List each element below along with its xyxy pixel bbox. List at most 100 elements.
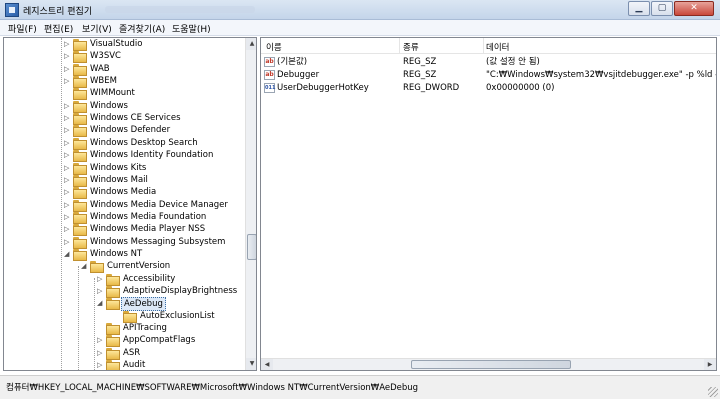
tree-expander-icon[interactable]: ◢	[81, 260, 89, 272]
window-controls: ▁ ▢ ✕	[627, 1, 714, 16]
tree-expander-icon[interactable]: ▷	[64, 38, 72, 50]
folder-icon	[106, 323, 120, 336]
folder-icon	[73, 199, 87, 212]
tree-guide-line	[78, 266, 79, 370]
tree-expander-icon[interactable]: ▷	[64, 137, 72, 149]
menu-file[interactable]: 파일(F)	[8, 22, 37, 35]
folder-icon	[90, 261, 104, 274]
tree-expander-icon[interactable]: ◢	[64, 248, 72, 260]
tree-item-label: Windows Kits	[90, 162, 147, 173]
tree-item-label: Windows Media	[90, 187, 157, 198]
tree-expander-icon[interactable]: ◢	[97, 297, 105, 309]
list-row[interactable]: ab (기본값) REG_SZ (값 설정 안 됨)	[261, 56, 716, 69]
tree-expander-icon[interactable]: ▷	[64, 174, 72, 186]
column-name-header[interactable]: 이름	[266, 41, 282, 53]
menu-edit[interactable]: 편집(E)	[44, 22, 73, 35]
tree-item-label: WAB	[90, 63, 110, 74]
folder-icon	[73, 211, 87, 224]
tree-item-label: Accessibility	[123, 273, 176, 284]
resize-grip-icon[interactable]	[708, 387, 718, 397]
string-value-icon: ab	[264, 57, 275, 67]
folder-icon	[73, 248, 87, 261]
tree-expander-icon[interactable]: ▷	[97, 334, 105, 346]
folder-icon	[106, 273, 120, 286]
tree-expander-icon[interactable]: ▷	[97, 273, 105, 285]
column-data-header[interactable]: 데이터	[486, 41, 509, 53]
tree-expander-icon[interactable]: ▷	[64, 50, 72, 62]
scroll-up-arrow[interactable]: ▲	[246, 38, 256, 50]
tree-item-label: W3SVC	[90, 51, 121, 62]
tree-scroll-thumb[interactable]	[247, 234, 256, 260]
scroll-left-arrow[interactable]: ◀	[261, 359, 273, 370]
folder-icon	[73, 113, 87, 126]
registry-value-list[interactable]: 이름 종류 데이터 ◀ ▶ ab (기본값) REG_SZ (값 설정 안 됨) ab D…	[260, 37, 717, 371]
minimize-button[interactable]: ▁	[628, 1, 650, 16]
maximize-button[interactable]: ▢	[651, 1, 673, 16]
value-type: REG_SZ	[403, 70, 437, 80]
column-separator[interactable]	[483, 38, 484, 54]
regedit-app-icon	[5, 3, 19, 17]
tree-item-label: Windows Media Player NSS	[90, 224, 206, 235]
tree-item-label: CurrentVersion	[107, 261, 171, 272]
column-type-header[interactable]: 종류	[403, 41, 419, 53]
list-header: 이름 종류 데이터	[261, 38, 716, 54]
tree-item-label: Windows Media Foundation	[90, 211, 207, 222]
tree-expander-icon[interactable]: ▷	[64, 112, 72, 124]
value-name: UserDebuggerHotKey	[277, 83, 369, 93]
tree-expander-icon[interactable]: ▷	[64, 63, 72, 75]
tree-expander-icon[interactable]: ▷	[64, 149, 72, 161]
folder-icon	[123, 310, 137, 323]
tree-expander-icon[interactable]: ▷	[97, 285, 105, 297]
tree-expander-icon[interactable]: ▷	[97, 359, 105, 370]
tree-item-label: Windows	[90, 100, 128, 111]
folder-icon	[73, 236, 87, 249]
folder-icon	[106, 360, 120, 370]
value-type: REG_DWORD	[403, 83, 460, 93]
menu-view[interactable]: 보기(V)	[82, 22, 112, 35]
close-button[interactable]: ✕	[674, 1, 714, 16]
tree-expander-icon[interactable]: ▷	[64, 186, 72, 198]
string-value-icon: ab	[264, 70, 275, 80]
tree-expander-icon[interactable]: ▷	[64, 75, 72, 87]
folder-icon	[73, 137, 87, 150]
tree-expander-icon[interactable]: ▷	[64, 199, 72, 211]
tree-item-label: Windows Identity Foundation	[90, 150, 214, 161]
menu-help[interactable]: 도움말(H)	[172, 22, 211, 35]
tree-item-label: Windows CE Services	[90, 113, 181, 124]
menu-favorites[interactable]: 즐겨찾기(A)	[119, 22, 165, 35]
title-blur-decoration	[105, 6, 255, 13]
tree-expander-icon[interactable]: ▷	[64, 223, 72, 235]
tree-item-label: APITracing	[123, 323, 167, 334]
folder-icon	[106, 298, 120, 311]
column-separator[interactable]	[399, 38, 400, 54]
scroll-right-arrow[interactable]: ▶	[704, 359, 716, 370]
registry-key-tree[interactable]: ▲ ▼ ▷ VisualStudio ▷ W3SVC ▷ WAB ▷ WBEM WIMMount…	[3, 37, 257, 371]
tree-expander-icon[interactable]: ▷	[64, 124, 72, 136]
tree-item-label: Windows Mail	[90, 174, 148, 185]
tree-guide-line	[61, 38, 62, 370]
folder-icon	[73, 174, 87, 187]
tree-vertical-scrollbar[interactable]: ▲ ▼	[245, 38, 256, 370]
folder-icon	[73, 63, 87, 76]
tree-expander-icon[interactable]: ▷	[64, 236, 72, 248]
tree-expander-icon[interactable]: ▷	[64, 100, 72, 112]
folder-icon	[73, 88, 87, 101]
list-scroll-thumb[interactable]	[411, 360, 571, 369]
tree-expander-icon[interactable]: ▷	[64, 162, 72, 174]
value-name: Debugger	[277, 70, 320, 80]
tree-expander-icon[interactable]: ▷	[97, 347, 105, 359]
tree-item-label: VisualStudio	[90, 39, 143, 49]
status-path: 컴퓨터₩HKEY_LOCAL_MACHINE₩SOFTWARE₩Microsof…	[6, 383, 419, 393]
tree-expander-icon[interactable]: ▷	[64, 211, 72, 223]
status-bar: 컴퓨터₩HKEY_LOCAL_MACHINE₩SOFTWARE₩Microsof…	[0, 375, 720, 399]
list-row[interactable]: ab Debugger REG_SZ "C:₩Windows₩system32₩vsj…	[261, 69, 716, 82]
tree-item-label: Windows Messaging Subsystem	[90, 236, 226, 247]
list-horizontal-scrollbar[interactable]: ◀ ▶	[261, 358, 716, 370]
folder-icon	[106, 335, 120, 348]
tree-item-label: Audit	[123, 360, 146, 371]
scroll-down-arrow[interactable]: ▼	[246, 358, 256, 370]
list-row[interactable]: 011 UserDebuggerHotKey REG_DWORD 0x00000000…	[261, 82, 716, 95]
tree-item-label: Windows Defender	[90, 125, 171, 136]
